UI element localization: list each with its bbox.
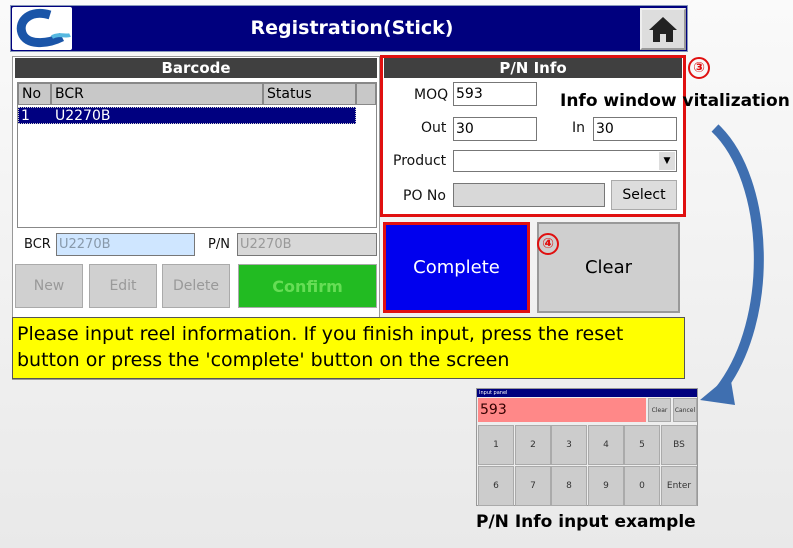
barcode-header: Barcode [15,58,377,78]
barcode-list[interactable]: No BCR Status 1 U2270B [17,82,377,228]
in-input[interactable]: 30 [593,117,677,141]
col-bcr[interactable]: BCR [51,83,263,105]
confirm-button[interactable]: Confirm [238,264,377,308]
page-title: Registration(Stick) [250,17,454,39]
edit-button[interactable]: Edit [89,264,157,308]
status-message: Please input reel information. If you fi… [12,317,685,379]
pn-label: P/N [208,237,230,252]
product-select[interactable]: ▼ [453,150,677,172]
home-button[interactable] [640,8,686,50]
delete-button[interactable]: Delete [162,264,230,308]
po-label: PO No [403,188,446,204]
curved-arrow-icon [700,124,764,405]
table-row[interactable]: 1 U2270B [18,107,356,124]
step-4-marker: ④ [537,233,559,255]
moq-label: MOQ [414,87,449,103]
product-label: Product [393,153,447,169]
key-1[interactable]: 1 [478,425,514,465]
po-input[interactable] [453,183,605,207]
home-icon [649,17,677,42]
key-5[interactable]: 5 [624,425,660,465]
key-7[interactable]: 7 [515,466,551,506]
cell-bcr: U2270B [55,108,111,124]
input-panel-title: Input panel [477,389,697,397]
input-panel: Input panel 593 Clear Cancel 1 2 3 4 5 B… [476,388,698,506]
key-bs[interactable]: BS [661,425,697,465]
complete-button[interactable]: Complete [383,222,530,313]
col-status[interactable]: Status [263,83,356,105]
col-no[interactable]: No [18,83,51,105]
key-3[interactable]: 3 [551,425,587,465]
key-4[interactable]: 4 [588,425,624,465]
info-annotation: Info window vitalization [560,91,790,111]
key-6[interactable]: 6 [478,466,514,506]
key-8[interactable]: 8 [551,466,587,506]
chevron-down-icon[interactable]: ▼ [659,152,675,170]
clear-button[interactable]: Clear [537,222,680,313]
out-input[interactable]: 30 [453,117,537,141]
bcr-label: BCR [24,237,51,252]
bcr-input[interactable]: U2270B [56,233,195,256]
input-panel-value[interactable]: 593 [478,398,646,422]
ceyon-logo [12,7,72,50]
cell-no: 1 [21,108,30,124]
select-button[interactable]: Select [611,180,677,210]
moq-input[interactable]: 593 [453,82,537,106]
panel-clear-button[interactable]: Clear [648,398,671,422]
in-label: In [572,120,586,136]
col-extra [356,83,376,105]
key-0[interactable]: 0 [624,466,660,506]
pn-info-header: P/N Info [384,58,682,78]
pn-input[interactable]: U2270B [237,233,377,256]
key-9[interactable]: 9 [588,466,624,506]
new-button[interactable]: New [15,264,83,308]
key-enter[interactable]: Enter [661,466,697,506]
panel-cancel-button[interactable]: Cancel [673,398,697,422]
input-example-caption: P/N Info input example [476,512,696,532]
out-label: Out [421,120,447,136]
key-2[interactable]: 2 [515,425,551,465]
step-3-marker: ③ [688,57,710,79]
